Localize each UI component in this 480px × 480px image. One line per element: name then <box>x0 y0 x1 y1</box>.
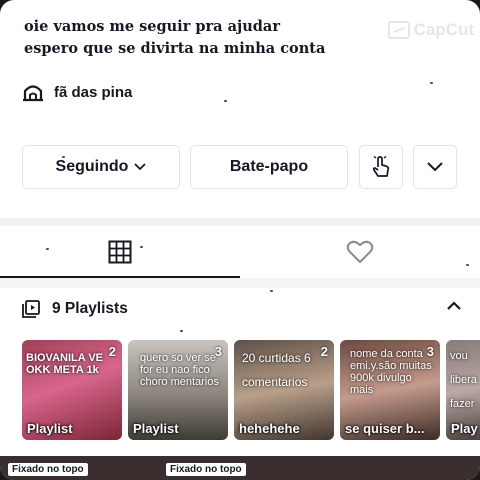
chevron-up-icon[interactable] <box>446 300 462 310</box>
hand-pointer-icon <box>372 156 390 177</box>
chevron-down-icon <box>427 162 443 172</box>
section-divider <box>0 278 480 288</box>
playlist-video-count: 3 <box>214 344 222 359</box>
tab-liked[interactable] <box>240 226 480 278</box>
playlist-video-count: 2 <box>108 344 116 359</box>
profile-link-label: fã das pina <box>54 83 133 101</box>
share-profile-button[interactable] <box>359 145 403 189</box>
playlists-header: 9 Playlists <box>22 296 462 322</box>
more-options-button[interactable] <box>413 145 457 189</box>
playlist-card[interactable]: nome da conta emi.y.são muitas 900k divu… <box>340 340 440 440</box>
playlist-carousel[interactable]: BIOVANILA VE OKK META 1k 2 Playlist quer… <box>22 340 480 440</box>
capcut-logo-icon <box>387 21 410 39</box>
following-button[interactable]: Seguindo <box>22 145 180 189</box>
playlist-video-count: 2 <box>320 344 328 359</box>
playlist-name: Playlist <box>133 421 179 436</box>
grid-icon <box>108 240 132 264</box>
chevron-down-icon <box>134 163 147 171</box>
playlist-video-count: 3 <box>426 344 434 359</box>
playlists-title: 9 Playlists <box>52 300 128 317</box>
section-divider <box>0 218 480 226</box>
following-button-label: Seguindo <box>55 158 129 175</box>
watermark-text: CapCut <box>413 20 474 39</box>
playlist-card[interactable]: quero so ver se for eu nao fico choro me… <box>128 340 228 440</box>
playlist-cover-text: vou libera fazer <box>450 350 477 410</box>
playlist-cover-text: nome da conta emi.y.são muitas 900k divu… <box>350 348 432 396</box>
message-button-label: Bate-papo <box>229 158 309 175</box>
capcut-watermark: CapCut <box>387 20 474 40</box>
playlist-cover-text: quero so ver se for eu nao fico choro me… <box>140 352 219 388</box>
pinned-badge: Fixado no topo <box>166 463 246 476</box>
pinned-badge: Fixado no topo <box>8 463 88 476</box>
playlist-name: Play <box>451 421 478 436</box>
profile-tabs <box>0 226 480 278</box>
bio-text: oie vamos me seguir pra ajudar espero qu… <box>24 16 325 60</box>
playlist-card[interactable]: BIOVANILA VE OKK META 1k 2 Playlist <box>22 340 122 440</box>
playlist-name: hehehehe <box>239 421 300 436</box>
bio-line-2: espero que se divirta na minha conta <box>24 40 326 57</box>
playlist-icon <box>22 300 40 318</box>
playlist-name: se quiser b... <box>345 421 425 436</box>
playlist-name: Playlist <box>27 421 73 436</box>
house-icon <box>23 85 43 102</box>
playlist-card[interactable]: 20 curtidas 6 comentarios 2 hehehehe <box>234 340 334 440</box>
profile-screen: oie vamos me seguir pra ajudar espero qu… <box>0 0 480 480</box>
playlist-cover-text: BIOVANILA VE OKK META 1k <box>26 352 104 376</box>
message-button[interactable]: Bate-papo <box>190 145 348 189</box>
profile-link[interactable]: fã das pina <box>22 82 132 102</box>
playlist-cover-text: 20 curtidas 6 comentarios <box>242 351 311 389</box>
heart-icon <box>346 240 374 263</box>
playlist-card[interactable]: vou libera fazer Play <box>446 340 480 440</box>
bio-line-1: oie vamos me seguir pra ajudar <box>24 18 280 35</box>
tab-videos[interactable] <box>0 226 240 278</box>
